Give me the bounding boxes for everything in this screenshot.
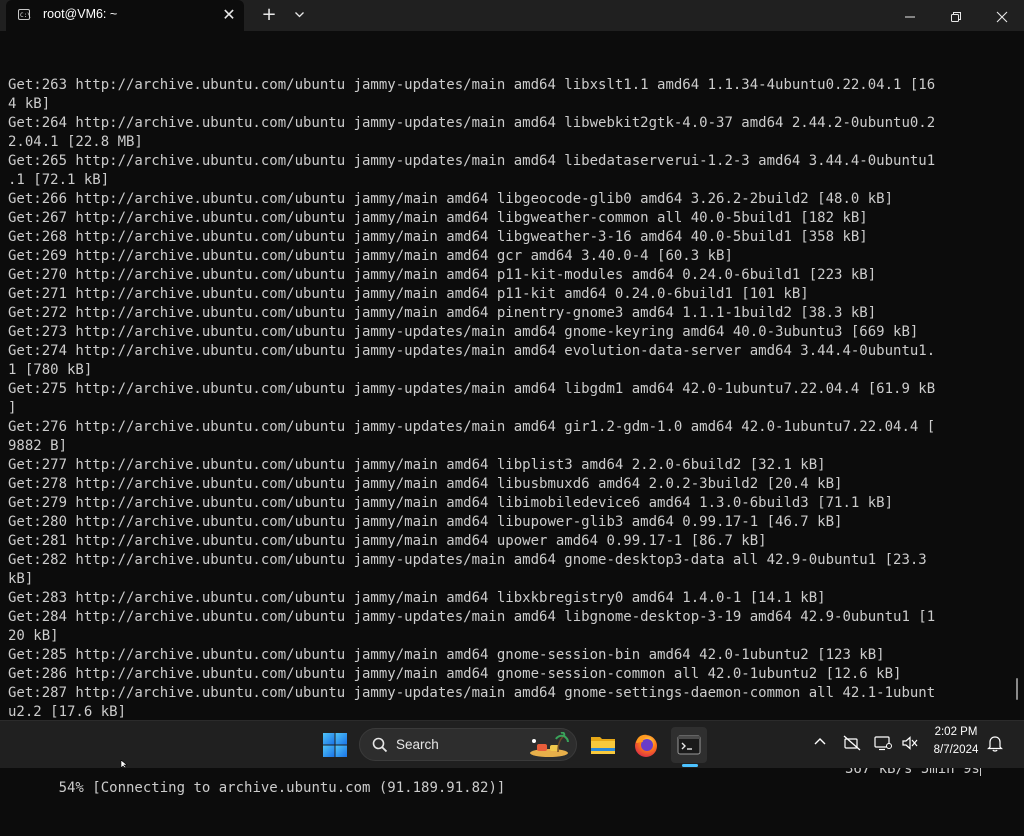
terminal-line: Get:269 http://archive.ubuntu.com/ubuntu… <box>8 248 733 264</box>
terminal-output[interactable]: Get:263 http://archive.ubuntu.com/ubuntu… <box>8 38 1008 796</box>
terminal-line: 9882 B] <box>8 438 68 454</box>
clock-date[interactable]: 8/7/2024 <box>921 744 991 756</box>
terminal-tab-icon: C:\ <box>18 9 31 20</box>
terminal-line: 2.04.1 [22.8 MB] <box>8 134 143 150</box>
terminal-line: Get:282 http://archive.ubuntu.com/ubuntu… <box>8 552 927 568</box>
terminal-line: Get:277 http://archive.ubuntu.com/ubuntu… <box>8 457 826 473</box>
terminal-line: Get:286 http://archive.ubuntu.com/ubuntu… <box>8 666 902 682</box>
new-tab-button[interactable]: + <box>258 5 280 25</box>
search-icon <box>372 737 388 753</box>
network-disconnected-icon[interactable] <box>843 735 861 751</box>
terminal-line: kB] <box>8 571 34 587</box>
clock-time[interactable]: 2:02 PM <box>921 726 991 738</box>
terminal-line: Get:273 http://archive.ubuntu.com/ubuntu… <box>8 324 919 340</box>
search-highlight-icon <box>530 732 569 757</box>
taskbar: Search <box>0 720 1024 768</box>
terminal-line: 4 kB] <box>8 96 51 112</box>
file-explorer-button[interactable] <box>585 727 621 763</box>
terminal-line: Get:271 http://archive.ubuntu.com/ubuntu… <box>8 286 809 302</box>
scrollbar-thumb[interactable] <box>1016 678 1018 700</box>
tab-title: root@VM6: ~ <box>43 7 118 21</box>
start-button[interactable] <box>317 727 353 763</box>
terminal-line: Get:268 http://archive.ubuntu.com/ubuntu… <box>8 229 868 245</box>
terminal-line: Get:285 http://archive.ubuntu.com/ubuntu… <box>8 647 885 663</box>
terminal-line: .1 [72.1 kB] <box>8 172 110 188</box>
restore-button[interactable] <box>933 0 979 31</box>
terminal-line: Get:279 http://archive.ubuntu.com/ubuntu… <box>8 495 894 511</box>
tab-close-button[interactable]: ✕ <box>220 6 238 24</box>
search-label: Search <box>396 737 439 752</box>
terminal-line: ] <box>8 400 17 416</box>
file-explorer-icon <box>591 737 615 754</box>
terminal-line: Get:270 http://archive.ubuntu.com/ubuntu… <box>8 267 877 283</box>
terminal-icon <box>677 735 701 755</box>
taskbar-search-box[interactable]: Search <box>359 728 577 761</box>
terminal-window: C:\ root@VM6: ~ ✕ + Get:263 http://archi… <box>0 0 1024 796</box>
volume-icon[interactable] <box>901 735 919 751</box>
title-bar[interactable]: C:\ root@VM6: ~ ✕ + <box>0 0 1024 31</box>
tab-root-vm6[interactable]: C:\ root@VM6: ~ ✕ <box>6 0 244 31</box>
minimize-button[interactable] <box>887 0 933 31</box>
terminal-line: Get:276 http://archive.ubuntu.com/ubuntu… <box>8 419 936 435</box>
chevron-down-icon <box>294 12 304 18</box>
terminal-line: Get:272 http://archive.ubuntu.com/ubuntu… <box>8 305 877 321</box>
mouse-pointer-icon <box>120 760 128 768</box>
terminal-line: 20 kB] <box>8 628 59 644</box>
terminal-line: Get:281 http://archive.ubuntu.com/ubuntu… <box>8 533 767 549</box>
chevron-up-icon[interactable] <box>813 735 827 749</box>
progress-status: 54% [Connecting to archive.ubuntu.com (9… <box>58 780 506 796</box>
terminal-line: Get:275 http://archive.ubuntu.com/ubuntu… <box>8 381 936 397</box>
terminal-line: Get:284 http://archive.ubuntu.com/ubuntu… <box>8 609 936 625</box>
display-icon[interactable] <box>874 735 892 751</box>
terminal-line: Get:278 http://archive.ubuntu.com/ubuntu… <box>8 476 843 492</box>
minimize-icon <box>905 16 915 17</box>
terminal-line: Get:267 http://archive.ubuntu.com/ubuntu… <box>8 210 868 226</box>
active-app-indicator <box>682 764 698 767</box>
terminal-line: Get:274 http://archive.ubuntu.com/ubuntu… <box>8 343 936 359</box>
windows-start-icon <box>323 733 347 757</box>
terminal-taskbar-button[interactable] <box>671 727 707 763</box>
firefox-button[interactable] <box>628 727 664 763</box>
terminal-line: Get:263 http://archive.ubuntu.com/ubuntu… <box>8 77 936 93</box>
terminal-line: Get:264 http://archive.ubuntu.com/ubuntu… <box>8 115 936 131</box>
close-window-button[interactable] <box>979 0 1024 31</box>
terminal-line: Get:287 http://archive.ubuntu.com/ubuntu… <box>8 685 936 701</box>
terminal-line: 1 [780 kB] <box>8 362 93 378</box>
terminal-line: Get:265 http://archive.ubuntu.com/ubuntu… <box>8 153 936 169</box>
terminal-line: Get:266 http://archive.ubuntu.com/ubuntu… <box>8 191 894 207</box>
terminal-lines: Get:263 http://archive.ubuntu.com/ubuntu… <box>8 76 1008 722</box>
tab-dropdown-button[interactable] <box>289 5 309 25</box>
terminal-line: Get:280 http://archive.ubuntu.com/ubuntu… <box>8 514 843 530</box>
firefox-icon <box>635 734 657 757</box>
terminal-line: Get:283 http://archive.ubuntu.com/ubuntu… <box>8 590 826 606</box>
close-icon <box>996 11 1008 22</box>
restore-icon <box>951 11 961 22</box>
